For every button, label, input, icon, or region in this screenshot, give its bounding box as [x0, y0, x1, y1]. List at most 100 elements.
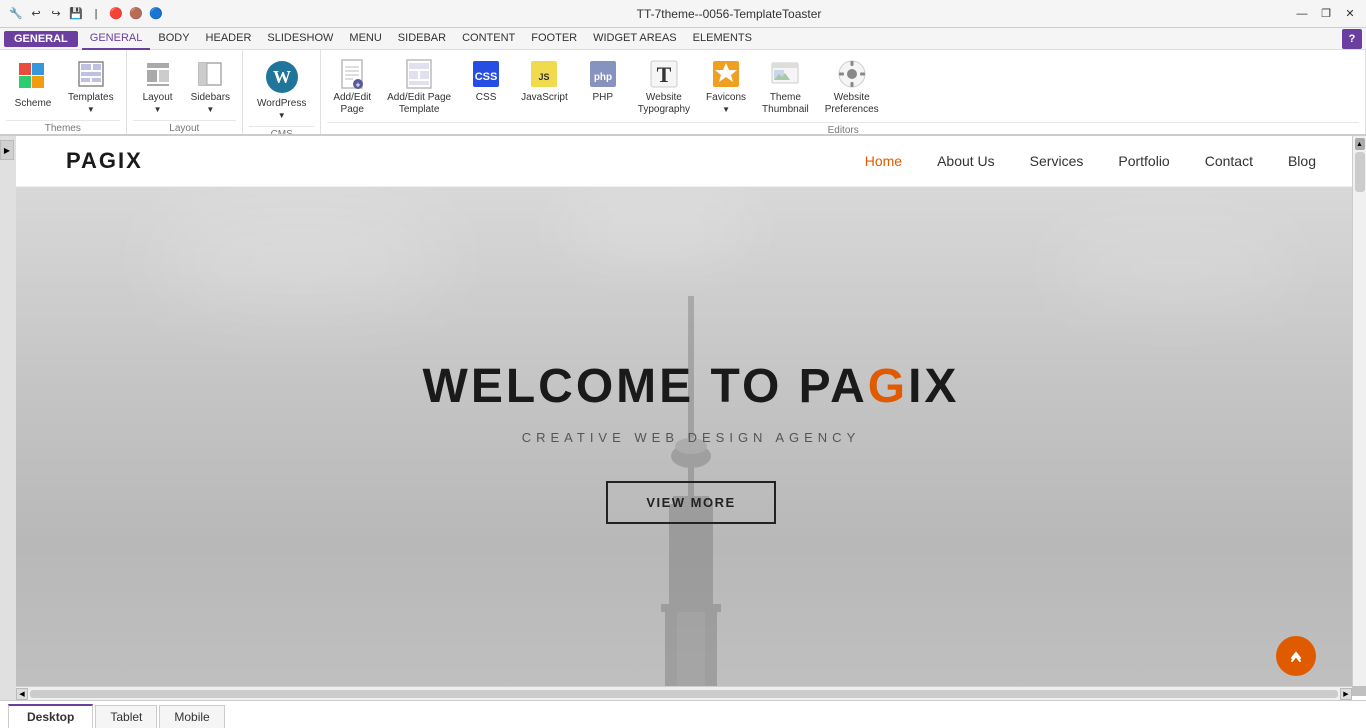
view-more-button[interactable]: VIEW MORE — [606, 481, 775, 524]
svg-text:CSS: CSS — [475, 71, 498, 83]
cloud-1 — [151, 207, 451, 307]
hero-subtitle: CREATIVE WEB DESIGN AGENCY — [423, 430, 960, 445]
scheme-button[interactable]: Scheme — [6, 54, 60, 113]
preview-nav-menu: Home About Us Services Portfolio Contact… — [865, 153, 1316, 169]
layout-label: Layout — [143, 92, 173, 103]
scroll-left-arrow[interactable]: ◀ — [16, 688, 28, 700]
scroll-up-button[interactable] — [1276, 636, 1316, 676]
website-preferences-button[interactable]: WebsitePreferences — [819, 54, 885, 120]
layout-arrow: ▼ — [154, 105, 162, 114]
ribbon-group-themes: Scheme Templates — [0, 50, 127, 134]
vertical-scrollbar[interactable]: ▲ — [1352, 136, 1366, 686]
tab-widget-areas[interactable]: WIDGET AREAS — [585, 28, 685, 50]
css-label: CSS — [476, 92, 497, 103]
nav-item-contact[interactable]: Contact — [1205, 153, 1253, 169]
hero-title-accent: G — [868, 360, 908, 413]
window-title: TT-7theme--0056-TemplateToaster — [637, 7, 822, 21]
add-edit-template-button[interactable]: Add/Edit PageTemplate — [381, 54, 457, 120]
redo-icon[interactable]: ↪ — [48, 6, 64, 22]
add-edit-page-button[interactable]: + Add/EditPage — [327, 54, 377, 120]
cms-group-label: CMS — [249, 126, 314, 136]
svg-text:php: php — [594, 72, 612, 83]
separator: | — [88, 6, 104, 22]
tab-desktop[interactable]: Desktop — [8, 704, 93, 728]
sidebars-button[interactable]: Sidebars ▼ — [185, 54, 236, 118]
ribbon-content: Scheme Templates — [0, 50, 1366, 136]
tab-body[interactable]: BODY — [150, 28, 197, 50]
wordpress-label: WordPress — [257, 98, 306, 109]
preview-container: PAGIX Home About Us Services Portfolio C… — [16, 136, 1366, 700]
tab-mobile[interactable]: Mobile — [159, 705, 224, 728]
add-edit-page-label: Add/EditPage — [333, 92, 371, 116]
theme-thumbnail-label: ThemeThumbnail — [762, 92, 809, 116]
php-label: PHP — [592, 92, 613, 103]
layout-icon — [142, 58, 174, 90]
theme-thumbnail-button[interactable]: ThemeThumbnail — [756, 54, 815, 120]
preview-logo: PAGIX — [66, 148, 143, 174]
website-preferences-icon — [836, 58, 868, 90]
templates-icon — [75, 58, 107, 90]
undo-icon[interactable]: ↩ — [28, 6, 44, 22]
sidebars-label: Sidebars — [191, 92, 230, 103]
scroll-right-arrow[interactable]: ▶ — [1340, 688, 1352, 700]
add-edit-template-label: Add/Edit PageTemplate — [387, 92, 451, 116]
horizontal-scrollbar[interactable]: ◀ ▶ — [16, 686, 1352, 700]
tab-slideshow[interactable]: SLIDESHOW — [259, 28, 341, 50]
themes-group-label: Themes — [6, 120, 120, 136]
layout-group-label: Layout — [133, 120, 236, 136]
favicons-button[interactable]: Favicons ▼ — [700, 54, 752, 118]
sidebar-toggle-button[interactable]: ▶ — [0, 136, 16, 700]
scroll-thumb-h[interactable] — [30, 690, 1338, 698]
wordpress-button[interactable]: W WordPress ▼ — [249, 54, 314, 124]
add-edit-template-icon — [403, 58, 435, 90]
php-button[interactable]: php PHP — [578, 54, 628, 107]
website-typography-button[interactable]: T WebsiteTypography — [632, 54, 696, 120]
close-button[interactable]: ✕ — [1342, 7, 1358, 21]
browser-icon-2[interactable]: 🟤 — [128, 6, 144, 22]
favicons-icon — [710, 58, 742, 90]
preview-hero: WELCOME TO PAGIX CREATIVE WEB DESIGN AGE… — [16, 187, 1366, 696]
wp-icon[interactable]: 🔵 — [148, 6, 164, 22]
canvas-area: PAGIX Home About Us Services Portfolio C… — [16, 136, 1366, 700]
nav-item-portfolio[interactable]: Portfolio — [1118, 153, 1169, 169]
nav-item-blog[interactable]: Blog — [1288, 153, 1316, 169]
nav-item-home[interactable]: Home — [865, 153, 902, 169]
help-button[interactable]: ? — [1342, 29, 1362, 49]
css-icon: CSS — [470, 58, 502, 90]
templates-button[interactable]: Templates ▼ — [62, 54, 120, 118]
scroll-thumb-v[interactable] — [1355, 152, 1365, 192]
sidebars-arrow: ▼ — [206, 105, 214, 114]
minimize-button[interactable]: — — [1294, 7, 1310, 21]
window-controls[interactable]: — ❐ ✕ — [1294, 7, 1358, 21]
javascript-icon: JS — [528, 58, 560, 90]
tab-footer[interactable]: FOOTER — [523, 28, 585, 50]
javascript-button[interactable]: JS JavaScript — [515, 54, 574, 107]
css-button[interactable]: CSS CSS — [461, 54, 511, 107]
editors-items: + Add/EditPage — [327, 54, 1359, 120]
website-typography-icon: T — [648, 58, 680, 90]
ribbon-group-editors: + Add/EditPage — [321, 50, 1366, 134]
tab-general[interactable]: GENERAL — [82, 28, 151, 50]
nav-item-services[interactable]: Services — [1030, 153, 1084, 169]
website-preferences-label: WebsitePreferences — [825, 92, 879, 116]
tab-menu[interactable]: MENU — [341, 28, 389, 50]
cloud-3 — [556, 197, 756, 257]
hero-title-suffix: IX — [908, 360, 959, 413]
favicons-label: Favicons — [706, 92, 746, 103]
tab-tablet[interactable]: Tablet — [95, 705, 157, 728]
nav-item-about[interactable]: About Us — [937, 153, 995, 169]
cms-items: W WordPress ▼ — [249, 54, 314, 124]
tab-content[interactable]: CONTENT — [454, 28, 523, 50]
title-bar-app-icons: 🔧 ↩ ↪ 💾 | 🔴 🟤 🔵 — [8, 6, 164, 22]
tab-elements[interactable]: ELEMENTS — [685, 28, 760, 50]
layout-button[interactable]: Layout ▼ — [133, 54, 183, 118]
file-menu-button[interactable]: GENERAL — [4, 31, 78, 47]
tab-header[interactable]: HEADER — [198, 28, 260, 50]
tab-sidebar[interactable]: SIDEBAR — [390, 28, 454, 50]
scroll-up-arrow[interactable]: ▲ — [1355, 138, 1365, 150]
scheme-icon — [14, 58, 52, 96]
hero-title-prefix: WELCOME TO PA — [423, 360, 868, 413]
restore-button[interactable]: ❐ — [1318, 7, 1334, 21]
save-icon[interactable]: 💾 — [68, 6, 84, 22]
browser-icon-1[interactable]: 🔴 — [108, 6, 124, 22]
